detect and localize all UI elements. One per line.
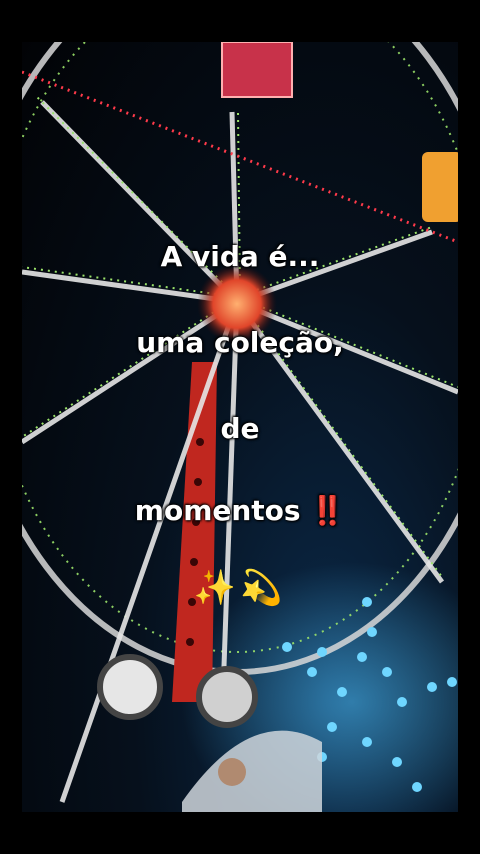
gondola-right xyxy=(422,152,458,222)
base-wheel-left xyxy=(97,654,163,720)
sparkle-emoji: ✨💫 xyxy=(193,568,287,608)
caption-line-4: momentos ‼️ xyxy=(134,494,346,527)
caption-line-2: uma coleção, xyxy=(136,326,344,359)
caption-line-1: A vida é... xyxy=(160,240,320,273)
person-head xyxy=(218,758,246,786)
base-wheel-right xyxy=(196,666,258,728)
gondola-top xyxy=(221,42,293,98)
caption-line-3: de xyxy=(220,412,260,445)
